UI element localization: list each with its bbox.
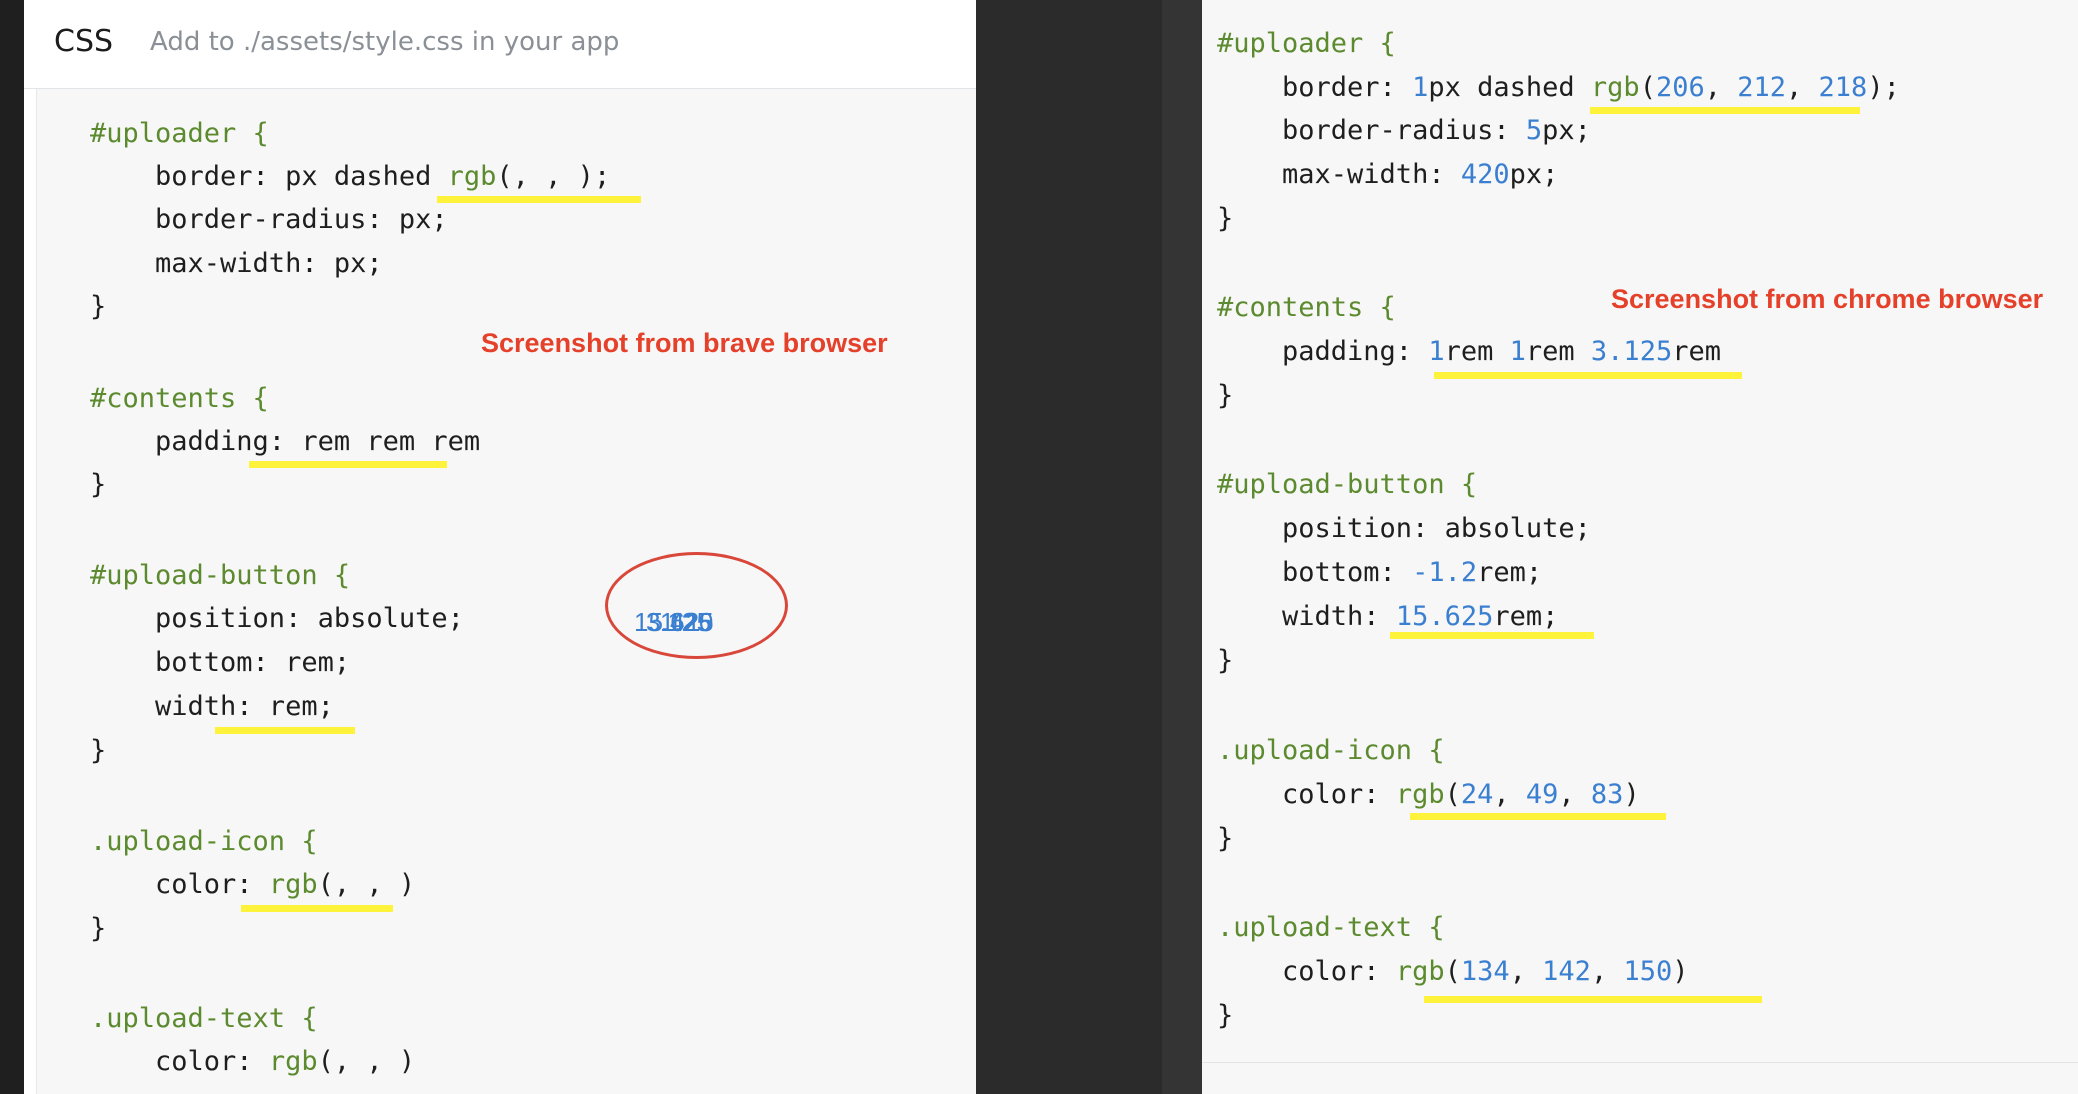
code-text: padding:: [1217, 336, 1429, 367]
code-number: 1: [1412, 72, 1429, 103]
code-line: width: rem;: [90, 691, 334, 722]
code-number: 218: [1818, 72, 1868, 103]
code-number: 150: [1623, 956, 1673, 987]
code-number: 1: [1428, 336, 1445, 367]
highlight-underline: [1590, 107, 1860, 114]
code-line: color: rgb(134, 142, 150): [1217, 956, 1689, 987]
code-line: #contents {: [90, 383, 269, 414]
code-line: .upload-icon {: [90, 826, 318, 857]
code-line: #uploader {: [90, 118, 269, 149]
rgb-function: rgb: [447, 161, 497, 192]
highlight-underline: [215, 727, 355, 734]
right-window-edge: [1162, 0, 1202, 1094]
code-text: color:: [1217, 956, 1396, 987]
screenshot-stage: CSS Add to ./assets/style.css in your ap…: [0, 0, 2078, 1094]
code-line: color: rgb(, , ): [90, 1046, 416, 1077]
code-line: border-radius: px;: [90, 204, 448, 235]
code-line: .upload-text {: [90, 1003, 318, 1034]
left-window-edge: [0, 0, 26, 1094]
code-line: color: rgb(, , ): [90, 869, 416, 900]
highlight-underline: [1390, 632, 1594, 639]
css-panel-title: CSS: [54, 24, 114, 59]
brave-code-block: #uploader { border: px dashed rgb(, , );…: [36, 89, 977, 1094]
highlight-underline: [249, 461, 447, 468]
code-number: 5: [1525, 115, 1543, 146]
rgb-function: rgb: [268, 869, 318, 900]
code-line: #upload-button {: [1217, 469, 1478, 500]
panel-divider: [1202, 1062, 2078, 1063]
code-line: }: [90, 913, 107, 944]
code-line: padding: rem rem rem: [90, 426, 481, 457]
code-number: 49: [1525, 779, 1559, 810]
rgb-function: rgb: [1590, 72, 1640, 103]
code-text: width:: [1217, 601, 1396, 632]
code-line: }: [1217, 203, 1234, 234]
code-line: position: absolute;: [1217, 513, 1591, 544]
code-number: 1: [1509, 336, 1526, 367]
code-number: 3.125: [1590, 336, 1673, 367]
code-line: }: [90, 291, 107, 322]
code-line: #upload-button {: [90, 560, 351, 591]
css-panel-subtitle: Add to ./assets/style.css in your app: [150, 27, 620, 57]
highlight-underline: [1424, 996, 1762, 1003]
code-line: }: [1217, 823, 1234, 854]
rgb-function: rgb: [1395, 779, 1445, 810]
brave-annotation: Screenshot from brave browser: [481, 328, 888, 358]
code-text: max-width:: [1217, 159, 1461, 190]
css-panel-header: CSS Add to ./assets/style.css in your ap…: [24, 0, 976, 89]
highlight-underline: [437, 196, 641, 203]
highlight-underline: [241, 905, 393, 912]
code-line: border: px dashed rgb(, , );: [90, 161, 611, 192]
code-line: border-radius: 5px;: [1217, 115, 1591, 146]
rgb-function: rgb: [268, 1046, 318, 1077]
code-line: width: 15.625rem;: [1217, 601, 1559, 632]
code-line: color: rgb(24, 49, 83): [1217, 779, 1640, 810]
code-line: }: [90, 735, 107, 766]
brave-css-panel: CSS Add to ./assets/style.css in your ap…: [24, 0, 977, 1094]
code-line: bottom: rem;: [90, 647, 351, 678]
code-line: #contents {: [1217, 292, 1396, 323]
code-text: px dashed: [1428, 72, 1591, 103]
dark-gap: [976, 0, 1162, 1094]
code-number: -1.2: [1412, 557, 1478, 588]
code-line: bottom: -1.2rem;: [1217, 557, 1543, 588]
chrome-annotation: Screenshot from chrome browser: [1611, 284, 2044, 314]
highlight-underline: [1434, 372, 1742, 379]
code-line: position: absolute;: [90, 603, 464, 634]
code-text: border:: [1217, 72, 1413, 103]
code-number: 134: [1460, 956, 1510, 987]
code-line: .upload-icon {: [1217, 735, 1445, 766]
code-line: }: [1217, 645, 1234, 676]
code-number: 212: [1737, 72, 1787, 103]
code-line: }: [90, 469, 107, 500]
code-line: #uploader {: [1217, 28, 1396, 59]
chrome-css-panel: #uploader { border: 1px dashed rgb(206, …: [1202, 0, 2078, 1094]
code-number: 420: [1460, 159, 1510, 190]
code-number: 206: [1655, 72, 1705, 103]
code-line: .upload-text {: [1217, 912, 1445, 943]
code-text: color:: [1217, 779, 1396, 810]
overlapping-numbers: 1: [686, 607, 701, 637]
code-line: border: 1px dashed rgb(206, 212, 218);: [1217, 72, 1900, 103]
code-text: bottom:: [1217, 557, 1413, 588]
code-number: 142: [1542, 956, 1591, 987]
highlight-underline: [1410, 813, 1666, 820]
code-line: }: [1217, 380, 1234, 411]
code-number: 15.625: [1395, 601, 1494, 632]
code-line: max-width: 420px;: [1217, 159, 1559, 190]
code-line: padding: 1rem 1rem 3.125rem: [1217, 336, 1721, 367]
code-text: border-radius:: [1217, 115, 1526, 146]
code-line: }: [1217, 1000, 1234, 1031]
code-number: 24: [1460, 779, 1494, 810]
rgb-function: rgb: [1395, 956, 1445, 987]
code-line: max-width: px;: [90, 248, 383, 279]
code-number: 83: [1590, 779, 1624, 810]
